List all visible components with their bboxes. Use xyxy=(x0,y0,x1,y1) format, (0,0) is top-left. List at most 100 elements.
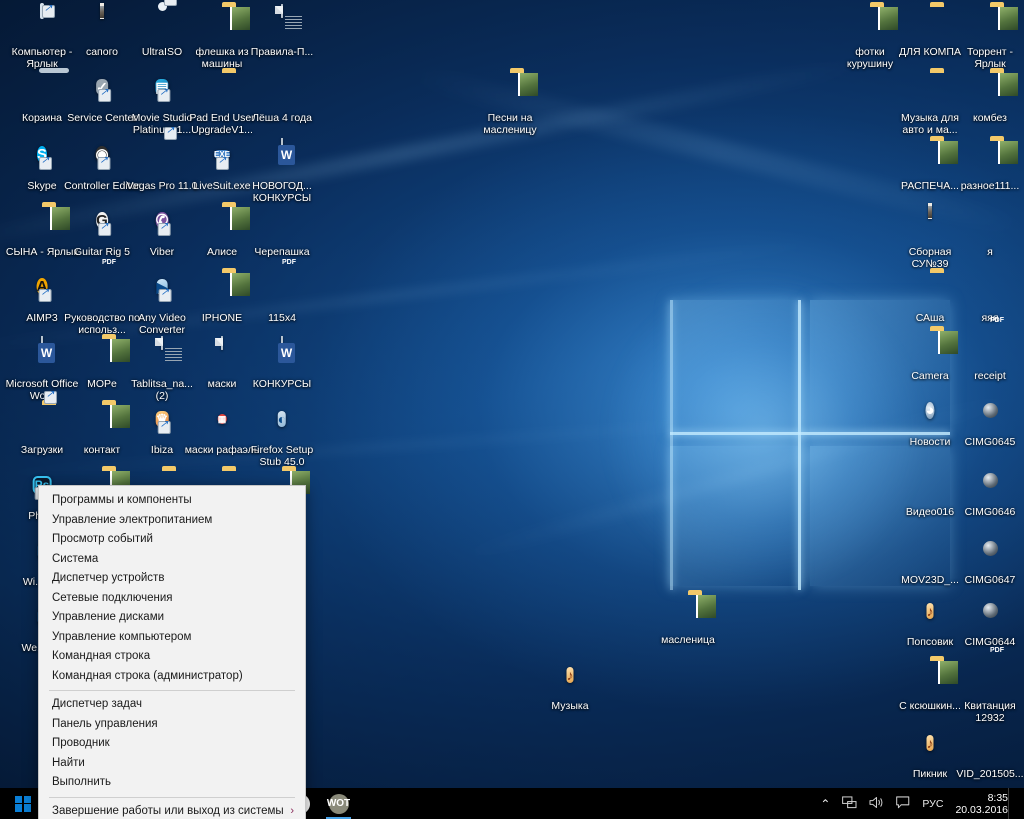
desktop-icon[interactable]: VID_201505... xyxy=(952,728,1024,781)
menu-item[interactable]: Завершение работы или выход из системы › xyxy=(39,802,305,819)
language-indicator[interactable]: РУС xyxy=(916,798,949,810)
menu-item[interactable]: Сетевые подключения xyxy=(39,589,305,609)
desktop-icon[interactable]: ◐ Firefox Setup Stub 45.0 xyxy=(244,404,320,468)
desktop-icon-glyph xyxy=(952,6,1024,44)
desktop-icon[interactable]: КОНКУРСЫ xyxy=(244,336,320,391)
menu-item[interactable]: Выполнить xyxy=(39,773,305,793)
menu-item[interactable]: Диспетчер устройств xyxy=(39,569,305,589)
menu-item-label: Панель управления xyxy=(52,717,158,730)
word-document-icon xyxy=(281,138,283,152)
desktop-icon[interactable]: PDFКвитанция 12932 xyxy=(952,647,1024,724)
action-center-icon[interactable] xyxy=(890,795,916,812)
windows-logo-icon xyxy=(15,795,31,812)
desktop-icon[interactable]: Песни на масленицу xyxy=(472,72,548,136)
desktop-icon[interactable]: НОВОГОД... КОНКУРСЫ xyxy=(244,138,320,204)
system-tray: ⌃ РУС 8:35 20.03.2016 xyxy=(814,788,1024,819)
desktop-icon-label: комбез xyxy=(973,112,1007,124)
menu-item-label: Проводник xyxy=(52,737,110,749)
desktop-icon-glyph xyxy=(952,596,1024,634)
desktop-icon[interactable]: CIMG0645 xyxy=(952,396,1024,449)
desktop-icon-label: CIMG0647 xyxy=(964,574,1016,586)
menu-item[interactable]: Просмотр событий xyxy=(39,530,305,550)
desktop-icon-glyph xyxy=(650,594,726,632)
desktop-icon-glyph xyxy=(952,728,1024,766)
menu-item[interactable]: Система xyxy=(39,550,305,570)
menu-item-label: Найти xyxy=(52,756,85,769)
desktop-icon-label: масленица xyxy=(661,634,715,646)
desktop-icon[interactable]: CIMG0647 xyxy=(952,534,1024,587)
win-x-context-menu[interactable]: Программы и компоненты Управление электро… xyxy=(38,485,306,819)
taskbar-world-of-tanks-glyph: WOT xyxy=(327,793,350,814)
executable-icon: EXE xyxy=(213,140,231,170)
desktop-icon[interactable]: Правила-П... xyxy=(244,4,320,59)
taskbar-world-of-tanks[interactable]: WOT xyxy=(319,788,358,819)
desktop-icon[interactable]: ♪ Музыка xyxy=(532,660,608,713)
guitar-rig-icon: G xyxy=(96,206,112,236)
menu-item[interactable]: Проводник xyxy=(39,734,305,754)
desktop-icon[interactable]: CIMG0644 xyxy=(952,596,1024,649)
menu-item-label: Командная строка xyxy=(52,650,151,662)
menu-item-label: Завершение работы или выход из системы xyxy=(52,804,284,817)
desktop-icon-label: КОНКУРСЫ xyxy=(252,378,312,390)
desktop-icon[interactable]: разное111... xyxy=(952,140,1024,193)
desktop-icon-glyph xyxy=(952,72,1024,110)
clock-date: 20.03.2016 xyxy=(955,803,1008,816)
ibiza-game-icon: ♛ xyxy=(155,404,171,434)
desktop-icon-glyph xyxy=(952,396,1024,434)
image-file-icon xyxy=(928,203,932,219)
menu-item[interactable]: Панель управления xyxy=(39,715,305,735)
menu-separator xyxy=(49,796,295,798)
menu-item[interactable]: Диспетчер задач xyxy=(39,695,305,715)
desktop-icon[interactable]: Черепашка xyxy=(244,206,320,259)
menu-item[interactable]: Найти xyxy=(39,754,305,774)
desktop-icon-glyph xyxy=(952,140,1024,178)
desktop-icon[interactable]: я xyxy=(952,206,1024,259)
desktop-icon-label: Лёша 4 года xyxy=(252,112,312,124)
desktop-icon[interactable]: CIMG0646 xyxy=(952,466,1024,519)
viber-icon: ✆ xyxy=(155,206,171,236)
menu-item[interactable]: Командная строка (администратор) xyxy=(39,667,305,687)
desktop-icon-glyph xyxy=(244,138,320,178)
desktop-icon[interactable]: PDF 115x4 xyxy=(244,259,320,325)
desktop-icon-label: VID_201505... xyxy=(956,768,1024,780)
controller-editor-icon: ◉ xyxy=(95,140,111,170)
menu-item-label: Система xyxy=(52,552,99,565)
chevron-up-icon[interactable]: ⌃ xyxy=(814,797,836,811)
desktop-icon[interactable]: PDF receipt xyxy=(952,317,1024,383)
desktop-icon-label: Правила-П... xyxy=(250,46,314,58)
show-desktop-button[interactable] xyxy=(1008,788,1016,819)
desktop-icon[interactable]: Торрент - Ярлык xyxy=(952,6,1024,70)
desktop-icon-glyph: PDF xyxy=(952,317,1024,368)
volume-icon[interactable] xyxy=(863,796,890,812)
menu-item-label: Диспетчер задач xyxy=(52,698,142,710)
desktop-icon-label: receipt xyxy=(974,370,1006,382)
menu-item[interactable]: Управление компьютером xyxy=(39,628,305,648)
menu-item-label: Сетевые подключения xyxy=(52,591,173,604)
menu-item[interactable]: Программы и компоненты xyxy=(39,491,305,511)
chevron-right-icon: › xyxy=(290,804,294,817)
network-icon[interactable] xyxy=(836,795,863,812)
menu-item-label: Программы и компоненты xyxy=(52,494,192,506)
menu-item[interactable]: Управление электропитанием xyxy=(39,511,305,531)
desktop-icon[interactable]: Лёша 4 года xyxy=(244,72,320,125)
menu-item-label: Выполнить xyxy=(52,776,112,788)
masks-icon: ▦ xyxy=(217,414,227,424)
desktop-icon-glyph xyxy=(952,466,1024,504)
desktop-icon-glyph xyxy=(952,534,1024,572)
menu-item-label: Диспетчер устройств xyxy=(52,572,165,584)
desktop-icon-glyph: ◐ xyxy=(244,404,320,442)
desktop-icon-glyph: ♪ xyxy=(532,660,608,698)
desktop-icon-glyph xyxy=(244,4,320,44)
menu-item-label: Управление электропитанием xyxy=(52,513,213,526)
news-app-icon: ◕ xyxy=(925,402,935,419)
desktop-icon[interactable]: комбез xyxy=(952,72,1024,125)
desktop-icon[interactable]: яяя xyxy=(952,272,1024,325)
menu-item[interactable]: Управление дисками xyxy=(39,608,305,628)
desktop-icon-label: CIMG0646 xyxy=(964,506,1016,518)
desktop-icon[interactable]: масленица xyxy=(650,594,726,647)
clock[interactable]: 8:35 20.03.2016 xyxy=(949,792,1008,816)
menu-item-label: Просмотр событий xyxy=(52,533,153,545)
menu-item[interactable]: Командная строка xyxy=(39,647,305,667)
word-document-icon xyxy=(281,336,283,350)
desktop-icon-label: Торрент - Ярлык xyxy=(967,46,1013,70)
